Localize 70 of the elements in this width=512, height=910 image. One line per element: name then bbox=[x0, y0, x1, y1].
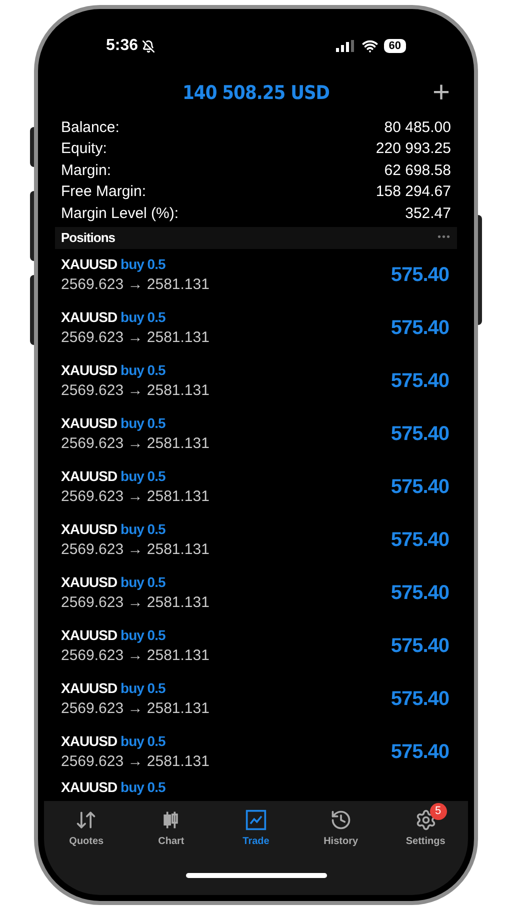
position-profit: 575.40 bbox=[390, 263, 449, 288]
position-profit: 575.40 bbox=[390, 475, 449, 500]
battery-level: 60 bbox=[384, 39, 406, 53]
position-profit: 575.40 bbox=[390, 422, 449, 447]
summary-label: Free Margin: bbox=[61, 182, 146, 202]
position-prices: 2569.623 → 2581.131 bbox=[61, 699, 210, 719]
section-title: Positions bbox=[61, 228, 116, 247]
summary-label: Margin: bbox=[61, 160, 112, 180]
position-prices: 2569.623 → 2581.131 bbox=[61, 328, 210, 348]
notification-badge: 5 bbox=[430, 803, 447, 820]
position-profit: 575.40 bbox=[390, 316, 449, 341]
position-symbol: XAUUSD bbox=[61, 415, 118, 431]
position-prices: 2569.623 → 2581.131 bbox=[61, 381, 210, 401]
position-profit: 575.40 bbox=[390, 634, 449, 659]
position-side: buy 0.5 bbox=[120, 468, 166, 484]
position-symbol: XAUUSD bbox=[61, 309, 118, 325]
position-prices: 2569.623 → 2581.131 bbox=[61, 593, 210, 613]
position-symbol: XAUUSD bbox=[61, 468, 118, 484]
account-total: 140 508.25 USD bbox=[182, 80, 330, 106]
position-prices: 2569.623 → 2581.131 bbox=[61, 487, 210, 507]
position-side: buy 0.5 bbox=[120, 309, 166, 325]
position-side: buy 0.5 bbox=[120, 733, 166, 749]
wifi-icon bbox=[362, 38, 378, 54]
position-side: buy 0.5 bbox=[120, 574, 166, 590]
position-side: buy 0.5 bbox=[120, 415, 166, 431]
tab[interactable]: Quotes bbox=[44, 803, 129, 849]
summary-value: 352.47 bbox=[405, 204, 451, 224]
position-side: buy 0.5 bbox=[120, 256, 166, 272]
position-profit: 575.40 bbox=[390, 369, 449, 394]
summary-value: 158 294.67 bbox=[376, 182, 451, 202]
tab[interactable]: Settings 5 bbox=[383, 803, 468, 849]
clock: 5:36 bbox=[106, 36, 138, 56]
position-profit: 575.40 bbox=[390, 740, 449, 765]
position-side: buy 0.5 bbox=[120, 627, 166, 643]
position-prices: 2569.623 → 2581.131 bbox=[61, 540, 210, 560]
tab[interactable]: Trade bbox=[214, 803, 298, 849]
tab[interactable]: Chart bbox=[128, 803, 214, 849]
position-symbol: XAUUSD bbox=[61, 521, 118, 537]
position-profit: 575.40 bbox=[390, 528, 449, 553]
position-symbol: XAUUSD bbox=[61, 574, 118, 590]
position-profit: 575.40 bbox=[390, 687, 449, 712]
history-icon bbox=[330, 809, 352, 831]
summary-label: Margin Level (%): bbox=[61, 204, 179, 224]
position-symbol: XAUUSD bbox=[61, 362, 118, 378]
summary-label: Balance: bbox=[61, 118, 120, 138]
position-prices: 2569.623 → 2581.131 bbox=[61, 752, 210, 772]
position-side: buy 0.5 bbox=[120, 680, 166, 696]
position-prices: 2569.623 → 2581.131 bbox=[61, 275, 210, 295]
summary-value: 80 485.00 bbox=[384, 118, 451, 138]
add-button[interactable]: + bbox=[432, 78, 450, 108]
position-symbol: XAUUSD bbox=[61, 256, 118, 272]
sort-arrows-icon bbox=[75, 809, 98, 831]
position-side: buy 0.5 bbox=[120, 778, 166, 794]
tab[interactable]: History bbox=[298, 803, 384, 849]
position-symbol: XAUUSD bbox=[61, 733, 118, 749]
summary-value: 62 698.58 bbox=[384, 160, 451, 180]
settings-icon bbox=[414, 809, 437, 831]
signal-icon bbox=[336, 40, 356, 52]
position-symbol: XAUUSD bbox=[61, 778, 118, 794]
position-side: buy 0.5 bbox=[120, 521, 166, 537]
position-profit: 575.40 bbox=[390, 581, 449, 606]
position-prices: 2569.623 → 2581.131 bbox=[61, 434, 210, 454]
more-button[interactable]: ••• bbox=[437, 230, 451, 245]
position-prices: 2569.623 → 2581.131 bbox=[61, 646, 210, 666]
position-side: buy 0.5 bbox=[120, 362, 166, 378]
summary-value: 220 993.25 bbox=[376, 139, 451, 159]
position-symbol: XAUUSD bbox=[61, 627, 118, 643]
line-chart-icon bbox=[244, 809, 267, 831]
summary-label: Equity: bbox=[61, 139, 107, 159]
position-symbol: XAUUSD bbox=[61, 680, 118, 696]
